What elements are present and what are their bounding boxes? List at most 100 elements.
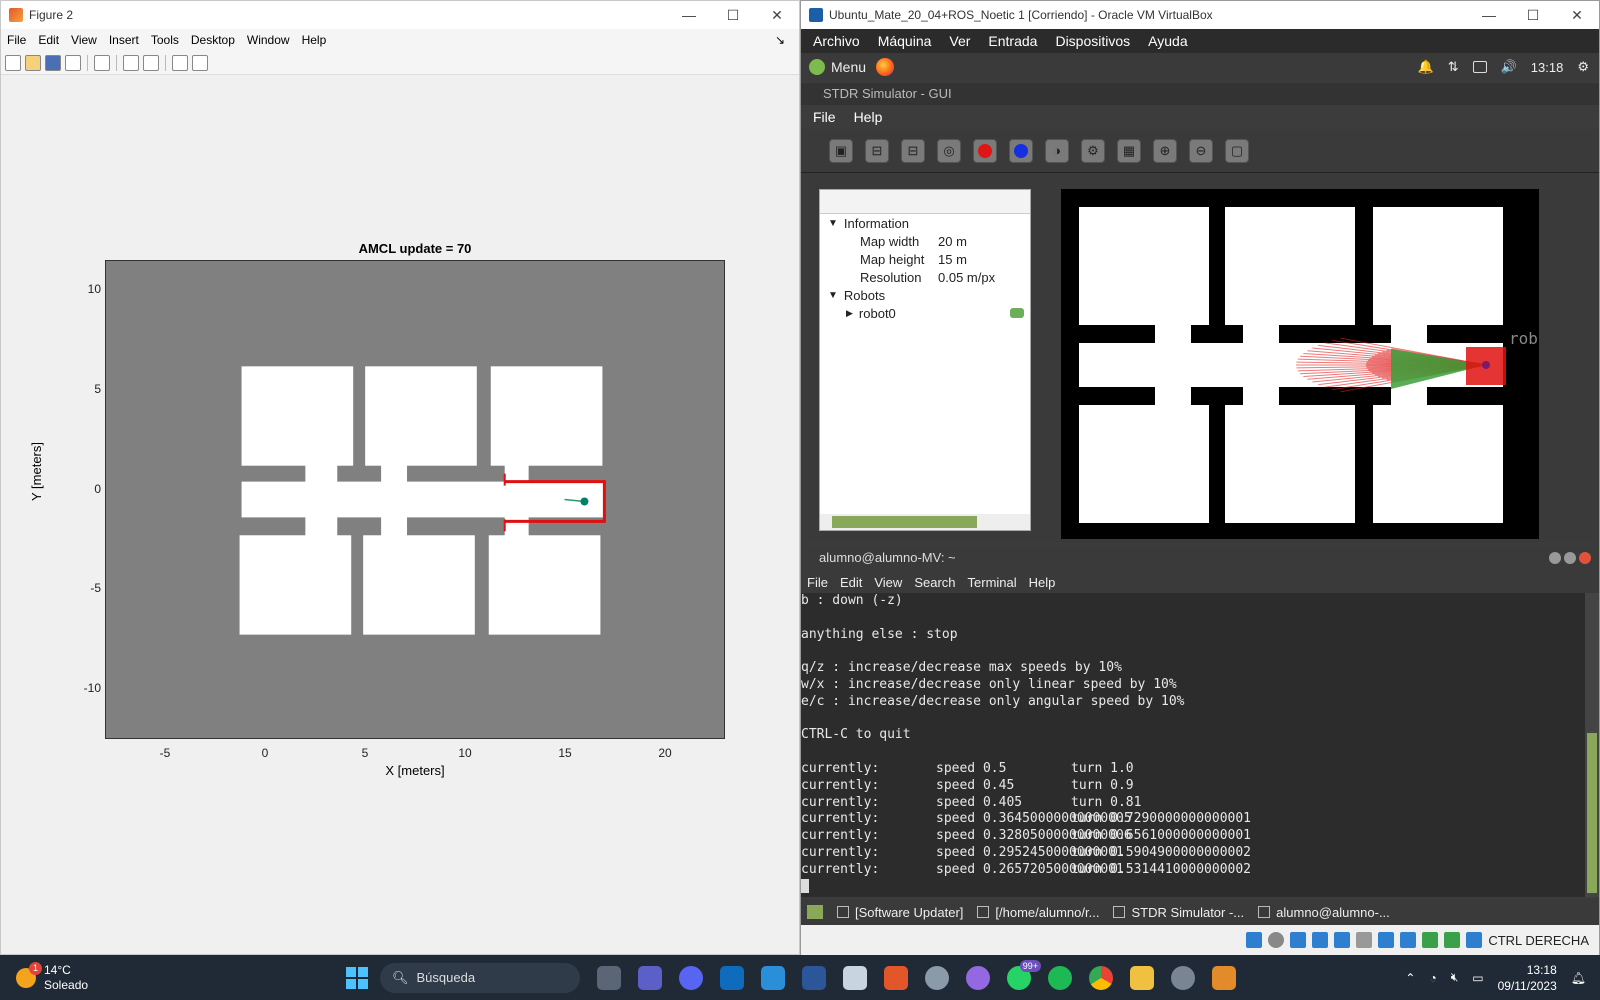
mate-task-button[interactable]: STDR Simulator -... [1113, 905, 1244, 920]
open-file-icon[interactable] [25, 54, 41, 71]
minimize-icon[interactable]: — [1467, 7, 1511, 24]
mate-task-button[interactable]: [Software Updater] [837, 905, 963, 920]
settings-gear-icon[interactable]: ⚙ [1577, 59, 1589, 75]
terminal-scrollbar[interactable] [1585, 593, 1599, 897]
vbox-menu-item[interactable]: Ver [949, 33, 970, 49]
minimize-icon[interactable] [1549, 552, 1561, 564]
terminal-menu-help[interactable]: Help [1029, 575, 1056, 590]
mouse-integration-icon[interactable] [1444, 932, 1461, 948]
properties-gear-icon[interactable]: ⚙ [1081, 138, 1105, 163]
tree-robot-item[interactable]: ▶ robot0 [820, 304, 1030, 322]
shared-folders-icon[interactable] [1356, 932, 1373, 948]
mate-clock[interactable]: 13:18 [1531, 60, 1564, 75]
mate-task-button[interactable]: [/home/alumno/r... [977, 905, 1099, 920]
volume-icon[interactable]: 🔊 [1501, 59, 1517, 75]
virtualbox-taskbar-icon[interactable] [843, 965, 867, 990]
vscode-icon[interactable] [761, 965, 785, 990]
figure-menu-edit[interactable]: Edit [32, 33, 65, 47]
usb-icon[interactable] [1334, 932, 1351, 948]
plot-axes[interactable] [105, 260, 725, 739]
network-adapter-icon[interactable] [1312, 932, 1329, 948]
spotify-icon[interactable] [1048, 965, 1072, 990]
figure-menu-window[interactable]: Window [241, 33, 296, 47]
add-robot-icon[interactable]: ⊟ [865, 138, 889, 163]
matlab-running-icon[interactable] [1212, 965, 1236, 990]
tree-horizontal-scrollbar[interactable] [820, 514, 1030, 530]
terminal-menu-search[interactable]: Search [914, 575, 955, 590]
figure-menu-insert[interactable]: Insert [103, 33, 145, 47]
wifi-icon[interactable]: ◔ [1429, 971, 1436, 985]
terminal-menu-terminal[interactable]: Terminal [968, 575, 1017, 590]
vbox-menu-item[interactable]: Dispositivos [1055, 33, 1130, 49]
figure-menu-desktop[interactable]: Desktop [185, 33, 241, 47]
system-clock[interactable]: 13:18 09/11/2023 [1498, 962, 1557, 994]
outlook-icon[interactable] [720, 965, 744, 990]
add-thermal-source-icon[interactable]: ◑ [1045, 138, 1069, 163]
close-icon[interactable]: ✕ [1555, 7, 1599, 24]
chevron-up-icon[interactable]: ⌃ [1405, 971, 1415, 985]
legend-icon[interactable] [143, 54, 159, 71]
vbox-menu-item[interactable]: Máquina [878, 33, 932, 49]
task-view-icon[interactable] [597, 965, 621, 990]
keyboard-icon[interactable] [1466, 932, 1483, 948]
maximize-icon[interactable]: ☐ [1511, 7, 1555, 24]
mate-task-button[interactable]: alumno@alumno-... [1258, 905, 1390, 920]
link-plot-icon[interactable] [94, 54, 110, 71]
terminal-menu-edit[interactable]: Edit [840, 575, 862, 590]
save-icon[interactable] [45, 54, 61, 71]
figure-menu-file[interactable]: File [1, 33, 32, 47]
video-capture-icon[interactable] [1400, 932, 1417, 948]
battery-icon[interactable]: ▭ [1472, 971, 1483, 985]
mute-icon[interactable]: 🔇︎ [1451, 970, 1459, 985]
property-inspector-icon[interactable] [192, 54, 208, 71]
stdr-menu-file[interactable]: File [813, 109, 836, 125]
terminal-menu-file[interactable]: File [807, 575, 828, 590]
firefox-icon[interactable] [876, 58, 895, 76]
matlab-taskbar-icon[interactable] [884, 965, 908, 990]
add-co2-source-icon[interactable]: ◎ [937, 138, 961, 163]
cpu-icon[interactable] [1422, 932, 1439, 948]
weather-widget[interactable]: 1 14°C Soleado [16, 961, 346, 993]
terminal-output[interactable]: b : down (-z) anything else : stop q/z : i… [801, 593, 1585, 897]
zoom-in-icon[interactable]: ⊕ [1153, 138, 1177, 163]
figure-menu-help[interactable]: Help [296, 33, 333, 47]
stdr-menu-help[interactable]: Help [854, 109, 883, 125]
audio-icon[interactable] [1290, 932, 1307, 948]
close-icon[interactable] [1579, 552, 1591, 564]
add-rfid-icon[interactable] [973, 138, 997, 163]
file-explorer-icon[interactable] [1130, 965, 1154, 990]
start-button-icon[interactable] [346, 966, 368, 989]
chrome-icon[interactable] [1089, 965, 1113, 990]
vbox-menu-item[interactable]: Ayuda [1148, 33, 1187, 49]
whatsapp-icon[interactable]: 99+ [1007, 959, 1041, 990]
new-figure-icon[interactable] [5, 54, 21, 71]
discord-icon[interactable] [679, 965, 703, 990]
network-icon[interactable]: ⇅ [1448, 59, 1459, 75]
colorbar-icon[interactable] [123, 54, 139, 71]
stdr-info-tree[interactable]: ▼ Information Map width 20 m Map height 15 … [819, 189, 1031, 531]
figure-menu-view[interactable]: View [65, 33, 103, 47]
zoom-out-icon[interactable]: ⊖ [1189, 138, 1213, 163]
close-icon[interactable]: ✕ [755, 7, 799, 24]
visibility-eye-icon[interactable] [1010, 308, 1024, 318]
qgroundcontrol-icon[interactable] [925, 965, 949, 990]
add-sound-source-icon[interactable] [1009, 138, 1033, 163]
maximize-icon[interactable]: ☐ [711, 7, 755, 24]
vbox-menu-item[interactable]: Entrada [988, 33, 1037, 49]
print-icon[interactable] [65, 54, 81, 71]
word-icon[interactable] [802, 965, 826, 990]
display-icon[interactable] [1378, 932, 1395, 948]
tree-information-node[interactable]: ▼ Information [820, 214, 1030, 232]
vbox-menu-item[interactable]: Archivo [813, 33, 860, 49]
load-robot-icon[interactable]: ⊟ [901, 138, 925, 163]
grid-icon[interactable]: ▦ [1117, 138, 1141, 163]
figure-menu-tools[interactable]: Tools [145, 33, 185, 47]
expand-arrow-icon[interactable]: ▼ [828, 218, 838, 229]
dock-icon[interactable]: ↘ [769, 33, 791, 47]
fit-view-icon[interactable]: ▢ [1225, 138, 1249, 163]
taskbar-search[interactable]: 🔍︎ Búsqueda [380, 962, 580, 993]
tree-robots-node[interactable]: ▼ Robots [820, 286, 1030, 304]
notifications-icon[interactable]: 🔔︎ [1571, 971, 1586, 985]
stdr-map-view[interactable]: rob [1061, 189, 1539, 539]
notification-bell-icon[interactable]: 🔔 [1418, 59, 1434, 75]
